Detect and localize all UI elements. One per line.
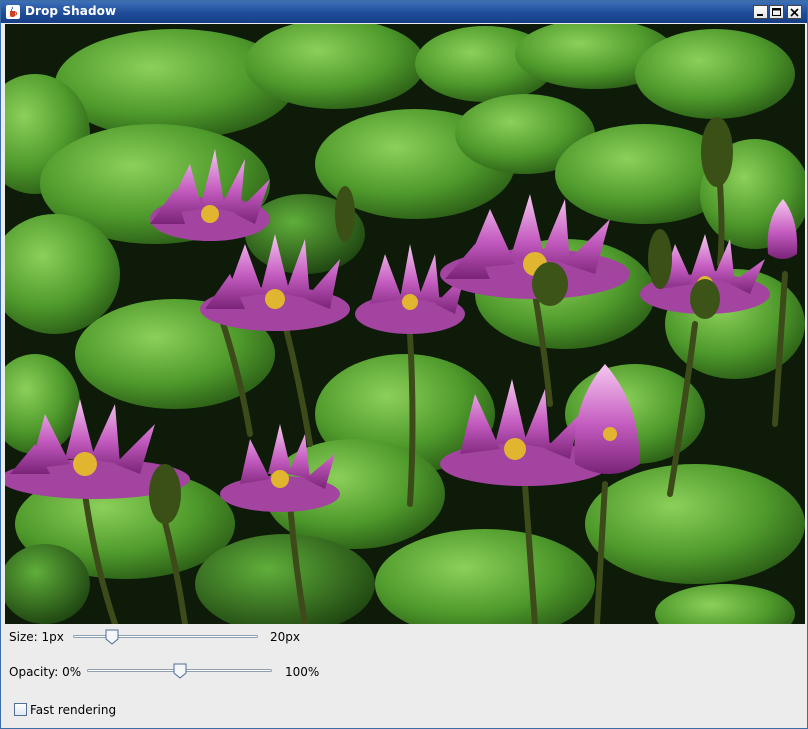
maximize-icon xyxy=(772,7,781,16)
close-button[interactable] xyxy=(787,5,802,19)
maximize-button[interactable] xyxy=(769,5,784,19)
size-slider-thumb[interactable] xyxy=(105,629,119,645)
close-icon xyxy=(790,7,799,17)
water-lily-photo xyxy=(5,24,805,624)
window-title: Drop Shadow xyxy=(25,4,117,18)
opacity-max-label: 100% xyxy=(285,665,320,679)
photo-panel xyxy=(5,24,805,624)
minimize-button[interactable] xyxy=(753,5,768,19)
java-coffee-icon xyxy=(6,5,20,19)
fast-rendering-checkbox[interactable] xyxy=(14,703,27,716)
app-window: Drop Shadow Size: 1px 20px Opacity: 0% 1… xyxy=(0,0,808,729)
size-label: Size: 1px xyxy=(9,630,64,644)
title-bar[interactable]: Drop Shadow xyxy=(1,1,807,23)
size-slider[interactable] xyxy=(73,629,258,645)
size-max-label: 20px xyxy=(270,630,300,644)
minimize-icon xyxy=(757,13,763,16)
controls-panel: Size: 1px 20px Opacity: 0% 100% Fast ren… xyxy=(1,624,807,728)
opacity-slider-thumb[interactable] xyxy=(173,663,187,679)
size-slider-track[interactable] xyxy=(73,635,258,638)
opacity-label: Opacity: 0% xyxy=(9,665,82,679)
fast-rendering-label[interactable]: Fast rendering xyxy=(30,703,116,717)
opacity-slider[interactable] xyxy=(87,663,272,679)
